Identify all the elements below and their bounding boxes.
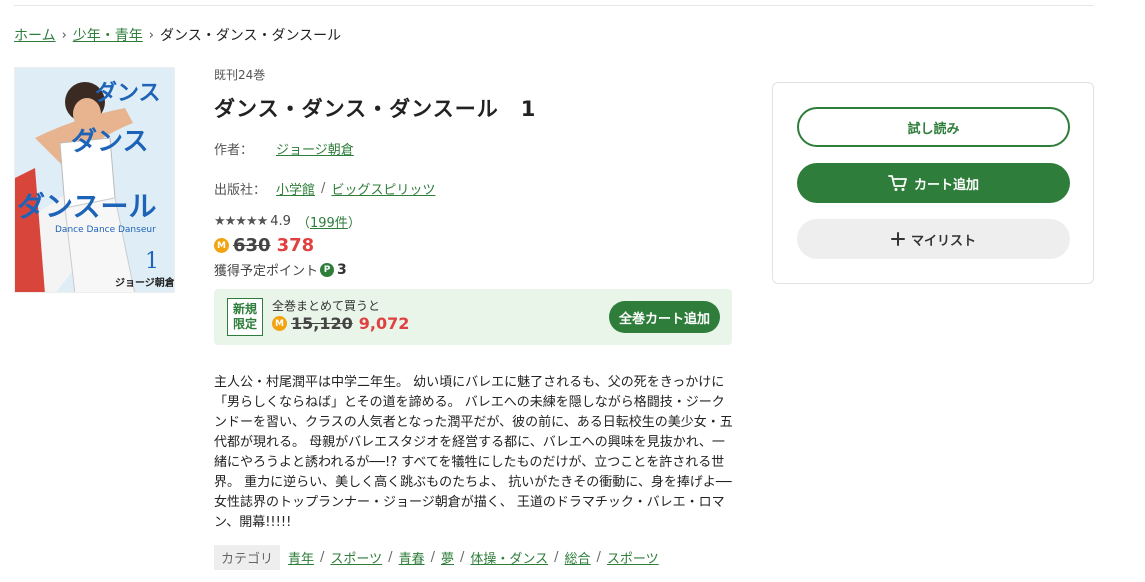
category-label: カテゴリ — [214, 545, 281, 570]
book-title: ダンス・ダンス・ダンスール 1 — [214, 97, 537, 121]
volumes-count: 既刊24巻 — [214, 68, 266, 82]
badge-line2: 限定 — [232, 317, 257, 331]
rating-row: ★★★★★ 4.9 （199件） — [214, 212, 734, 231]
author-link[interactable]: ジョージ朝倉 — [276, 139, 354, 158]
book-details: 既刊24巻 ダンス・ダンス・ダンスール 1 作者： ジョージ朝倉 出版社： 小学… — [214, 66, 734, 345]
book-cover-image[interactable]: ダンス ダンス ダンスール Dance Dance Danseur 1 ジョージ… — [14, 67, 175, 293]
review-count-link[interactable]: 199件 — [310, 216, 348, 231]
bundle-offer: 新規 限定 全巻まとめて買うと M 15,120 9,072 全巻カート追加 — [214, 289, 732, 345]
separator: / — [388, 550, 393, 565]
book-description: 主人公・村尾潤平は中学二年生。 幼い頃にバレエに魅了されるも、父の死をきっかけに… — [214, 375, 733, 530]
category-link[interactable]: 青年 — [288, 548, 314, 567]
points-value: 3 — [337, 261, 347, 278]
price-row: M 630 378 — [214, 235, 734, 256]
category-link[interactable]: 夢 — [441, 548, 454, 567]
bundle-sale-price: 9,072 — [358, 314, 410, 333]
category-link[interactable]: スポーツ — [330, 548, 382, 567]
sale-price: 378 — [276, 235, 315, 256]
top-divider — [14, 5, 1094, 6]
plus-icon — [890, 232, 905, 246]
bundle-original-price: 15,120 — [291, 314, 353, 333]
points-label: 獲得予定ポイント — [214, 264, 319, 279]
star-rating-icon: ★★★★★ — [214, 214, 268, 229]
breadcrumb-home-link[interactable]: ホーム — [14, 25, 56, 45]
breadcrumb-current: ダンス・ダンス・ダンスール — [160, 28, 342, 44]
cover-volume-number: 1 — [145, 249, 159, 274]
add-to-mylist-label: マイリスト — [910, 233, 976, 249]
review-paren-close: ） — [347, 216, 361, 231]
new-limited-badge: 新規 限定 — [227, 298, 263, 336]
label-link[interactable]: ビッグスピリッツ — [331, 179, 435, 198]
separator: / — [321, 181, 326, 196]
category-link[interactable]: 体操・ダンス — [470, 548, 548, 567]
badge-line1: 新規 — [232, 302, 257, 316]
coin-icon: M — [272, 316, 287, 331]
cover-subtitle: Dance Dance Danseur — [55, 225, 156, 235]
add-to-cart-label: カート追加 — [913, 177, 979, 193]
publisher-link[interactable]: 小学館 — [276, 179, 315, 198]
category-link[interactable]: 総合 — [565, 548, 591, 567]
publisher-row: 出版社： 小学館 / ビッグスピリッツ — [214, 179, 734, 198]
publisher-label: 出版社： — [214, 183, 267, 198]
review-paren-open: （ — [296, 216, 310, 231]
cover-title-line2: ダンス — [71, 126, 148, 157]
cover-illustration: ダンス ダンス ダンスール Dance Dance Danseur 1 ジョージ… — [15, 68, 175, 292]
add-to-mylist-button[interactable]: マイリスト — [797, 219, 1070, 259]
points-icon: P — [320, 262, 335, 277]
cover-author: ジョージ朝倉 — [115, 276, 175, 289]
bundle-price-row: M 15,120 9,072 — [272, 314, 409, 333]
cart-icon — [888, 174, 908, 192]
separator: / — [554, 550, 559, 565]
author-row: 作者： ジョージ朝倉 — [214, 139, 734, 158]
coin-icon: M — [214, 238, 229, 253]
separator: / — [459, 550, 465, 565]
points-row: 獲得予定ポイント P 3 — [214, 260, 734, 280]
add-to-cart-button[interactable]: カート追加 — [797, 163, 1070, 203]
separator: / — [320, 550, 325, 565]
cover-title-line3: ダンスール — [17, 190, 156, 223]
add-all-volumes-button[interactable]: 全巻カート追加 — [609, 301, 720, 333]
breadcrumb-category-link[interactable]: 少年・青年 — [73, 25, 143, 45]
category-link[interactable]: 青春 — [399, 548, 425, 567]
trial-read-button[interactable]: 試し読み — [797, 107, 1070, 147]
cover-title-line1: ダンス — [95, 80, 161, 106]
category-list: カテゴリ 青年 / スポーツ / 青春 / 夢 / 体操・ダンス / 総合 / … — [214, 545, 659, 570]
breadcrumb: ホーム › 少年・青年 › ダンス・ダンス・ダンスール — [14, 25, 341, 45]
chevron-right-icon: › — [61, 27, 67, 43]
separator: / — [596, 550, 601, 565]
purchase-panel: 試し読み カート追加 マイリスト — [772, 82, 1094, 284]
rating-value: 4.9 — [270, 214, 291, 229]
separator: / — [430, 550, 435, 565]
chevron-right-icon: › — [148, 27, 154, 43]
trial-read-label: 試し読み — [907, 121, 960, 137]
original-price: 630 — [233, 235, 271, 256]
category-link[interactable]: スポーツ — [607, 548, 659, 567]
author-label: 作者： — [214, 143, 254, 158]
review-count: （199件） — [297, 212, 361, 231]
bundle-text: 全巻まとめて買うと — [272, 299, 381, 313]
